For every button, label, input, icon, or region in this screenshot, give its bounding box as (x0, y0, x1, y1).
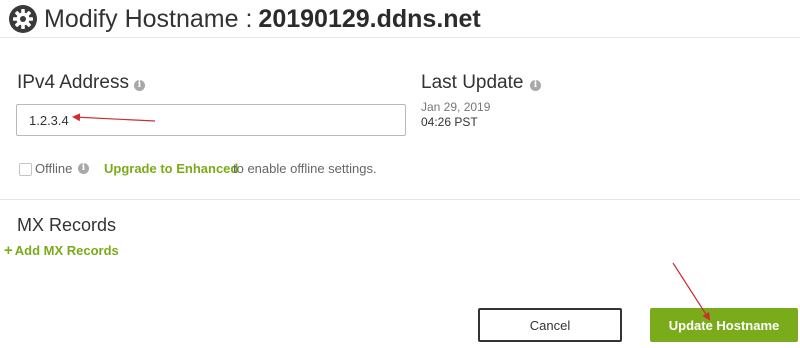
last-update-label: Last Update (421, 72, 524, 93)
ipv4-address-input[interactable] (16, 104, 406, 136)
title-prefix: Modify Hostname : (44, 4, 253, 33)
hostname-title: 20190129.ddns.net (258, 4, 481, 33)
offline-checkbox[interactable] (19, 163, 32, 176)
mx-records-heading: MX Records (17, 215, 117, 235)
section-divider (0, 199, 800, 200)
plus-icon: + (4, 242, 13, 259)
add-mx-records-label: Add MX Records (14, 243, 119, 258)
cancel-button[interactable]: Cancel (478, 308, 622, 342)
info-icon[interactable]: i (530, 80, 541, 91)
info-icon[interactable]: i (134, 80, 145, 91)
update-hostname-button[interactable]: Update Hostname (650, 308, 798, 342)
gear-icon (9, 5, 37, 33)
upgrade-enhanced-link[interactable]: Upgrade to Enhanced (104, 161, 238, 176)
header-divider (0, 37, 800, 38)
offline-help-text: to enable offline settings. (233, 161, 377, 176)
last-update-date: Jan 29, 2019 (421, 100, 491, 114)
offline-label: Offline (35, 161, 73, 176)
add-mx-records-link[interactable]: + Add MX Records (4, 242, 119, 259)
info-icon[interactable]: i (78, 163, 89, 174)
page-title: Modify Hostname : 20190129.ddns.net (44, 3, 481, 35)
ipv4-label: IPv4 Address (17, 72, 129, 93)
last-update-time: 04:26 PST (421, 115, 478, 129)
